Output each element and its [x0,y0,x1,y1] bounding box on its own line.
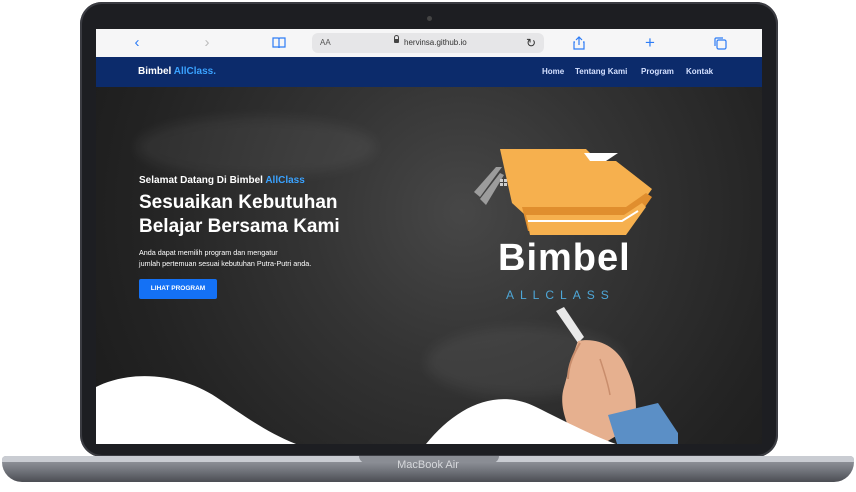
tabs-icon[interactable] [712,33,728,53]
nav-link-tentang-kami[interactable]: Tentang Kami [575,57,627,87]
book-icon[interactable] [270,33,288,53]
url-text[interactable]: hervinsa.github.io [404,33,467,53]
nav-link-kontak[interactable]: Kontak [686,57,713,87]
text-size-button[interactable]: AA [320,33,331,53]
site-navbar: Bimbel AllClass. Home Tentang Kami Progr… [96,57,762,87]
device-model-label: MacBook Air [397,459,459,471]
nav-link-home[interactable]: Home [542,57,564,87]
hero-wave-divider [96,376,616,444]
reload-icon[interactable]: ↻ [526,33,536,53]
chevron-left-icon[interactable]: ‹ [130,33,144,53]
brand-accent: AllClass. [173,66,216,77]
hero-section: Selamat Datang Di Bimbel AllClass Sesuai… [96,87,762,444]
nav-link-program[interactable]: Program [641,57,674,87]
chevron-right-icon[interactable]: › [200,33,214,53]
plus-icon[interactable]: + [642,33,658,53]
browser-toolbar: ‹ › AA hervinsa.github.io ↻ + [96,29,762,58]
brand-logo-text[interactable]: Bimbel AllClass. [138,57,216,87]
brand-name: Bimbel [138,66,174,77]
share-icon[interactable] [571,33,587,53]
lock-icon [394,35,399,43]
laptop-screen: ‹ › AA hervinsa.github.io ↻ + Bimbel All… [96,29,762,444]
address-bar[interactable]: AA hervinsa.github.io ↻ [312,33,544,53]
camera-icon [427,16,432,21]
